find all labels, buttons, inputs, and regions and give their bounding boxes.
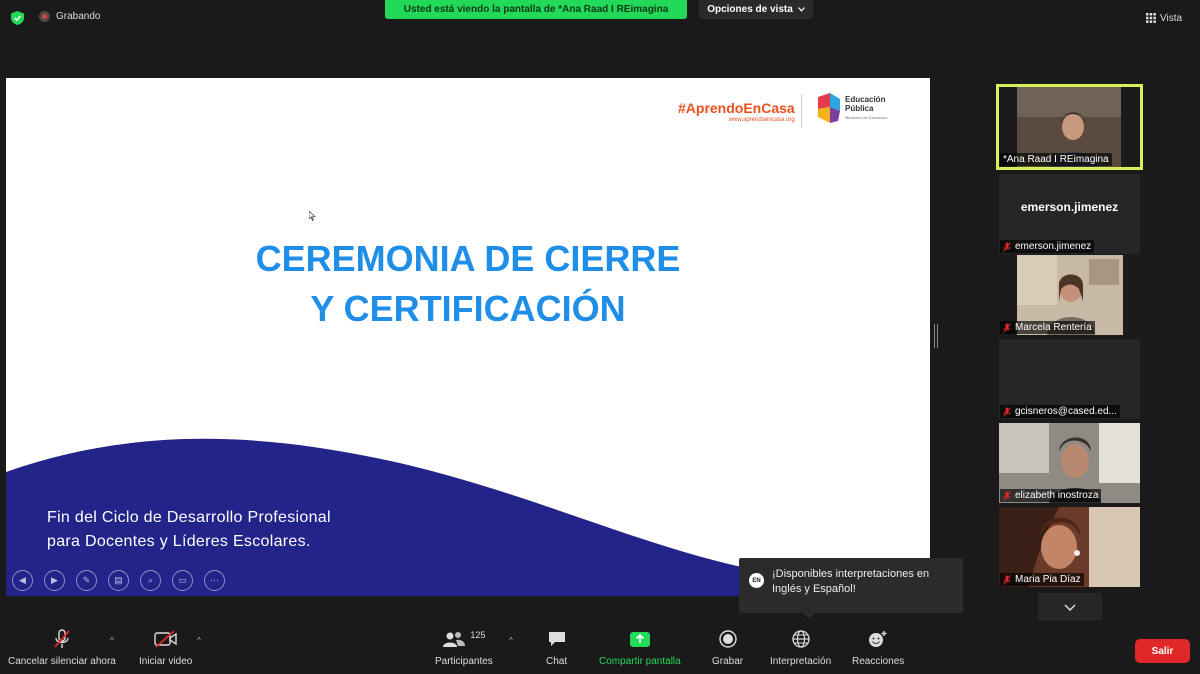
chat-button[interactable]: Chat [546,628,567,667]
interpretation-label: Interpretación [770,656,832,667]
participant-tile[interactable]: Marcela Rentería [999,255,1140,335]
reactions-button[interactable]: Reacciones [852,628,904,667]
mic-muted-icon [1003,406,1011,417]
tooltip-line1: ¡Disponibles interpretaciones en [772,568,930,580]
aprendo-logo-url: www.aprendoencasa.org [728,117,795,123]
pen-icon[interactable]: ✎ [76,570,97,591]
aprendo-en-casa-logo: #AprendoEnCasa www.aprendoencasa.org [678,100,795,123]
participant-name: gcisneros@cased.ed... [1015,406,1117,417]
mic-muted-icon [1003,490,1011,501]
previous-slide-icon[interactable]: ◀ [12,570,33,591]
record-button[interactable]: Grabar [712,628,743,667]
chat-icon [548,632,565,646]
participant-name-tag: emerson.jimenez [1000,240,1095,253]
participants-count: 125 [470,630,486,640]
mic-muted-icon [1003,322,1011,333]
share-screen-icon [629,631,650,647]
slide-subtitle-line1: Fin del Ciclo de Desarrollo Profesional [47,509,331,526]
slide-title-line2: Y CERTIFICACIÓN [310,288,626,329]
recording-label: Grabando [56,11,101,22]
view-options-button[interactable]: Opciones de vista [699,0,813,19]
participant-tile[interactable]: gcisneros@cased.ed... [999,339,1140,419]
participants-button[interactable]: 125 Participantes [435,628,493,667]
emoji-reaction-icon [869,631,887,647]
tooltip-arrow [803,613,815,619]
zoom-meeting-window: Grabando Usted está viendo la pantalla d… [0,0,1200,674]
video-options-caret-icon[interactable]: ^ [197,636,201,645]
tooltip-text: ¡Disponibles interpretaciones en Inglés … [772,567,929,604]
security-shield-icon[interactable] [11,11,24,25]
shared-screen-slide: #AprendoEnCasa www.aprendoencasa.org Edu… [6,78,930,596]
participant-name: Marcela Rentería [1015,322,1092,333]
participant-name: emerson.jimenez [1015,241,1092,252]
record-label: Grabar [712,656,744,667]
unmute-button[interactable]: Cancelar silenciar ahora [8,628,116,667]
chevron-down-icon [1064,603,1076,611]
view-button[interactable]: Vista [1146,8,1192,28]
participant-name-tag: elizabeth inostroza [1000,489,1102,502]
participants-label: Participantes [435,656,493,667]
chat-label: Chat [546,656,568,667]
view-options-label: Opciones de vista [707,4,793,15]
share-screen-label: Compartir pantalla [599,656,681,667]
leave-meeting-button[interactable]: Salir [1135,639,1190,663]
participant-tile[interactable]: elizabeth inostroza [999,423,1140,503]
slide-controls: ◀ ▶ ✎ ▤ ⌕ ▭ ⋯ [12,570,225,591]
participant-name-tag: gcisneros@cased.ed... [1000,405,1120,418]
view-label: Vista [1160,12,1183,24]
recording-indicator[interactable]: Grabando [39,11,100,22]
globe-icon [791,630,810,648]
logo-divider [801,94,802,128]
next-slide-icon[interactable]: ▶ [44,570,65,591]
recording-dot-icon [39,11,50,22]
grid-view-icon [1146,13,1156,23]
edu-logo-line2: Pública [845,103,874,113]
interpretation-tooltip: EN ¡Disponibles interpretaciones en Ingl… [739,558,963,619]
slide-title: CEREMONIA DE CIERRE Y CERTIFICACIÓN [6,234,930,334]
audio-options-caret-icon[interactable]: ^ [110,636,114,645]
share-screen-button[interactable]: Compartir pantalla [599,628,681,667]
reactions-label: Reacciones [852,656,905,667]
participant-tile[interactable]: Maria Pia Díaz [999,507,1140,587]
educacion-publica-logo: Educación Pública Ministerio de Educació… [816,93,887,123]
subtitles-icon[interactable]: ▭ [172,570,193,591]
more-options-icon[interactable]: ⋯ [204,570,225,591]
slide-title-line1: CEREMONIA DE CIERRE [255,238,681,279]
participants-icon [443,632,466,647]
slide-subtitle: Fin del Ciclo de Desarrollo Profesional … [47,506,331,554]
slides-overview-icon[interactable]: ▤ [108,570,129,591]
unmute-label: Cancelar silenciar ahora [8,656,116,667]
tooltip-line2: Inglés y Español! [772,583,856,595]
mic-muted-icon [1003,574,1011,585]
edu-logo-small: Ministerio de Educación [845,114,888,120]
slide-subtitle-line2: para Docentes y Líderes Escolares. [47,533,311,550]
start-video-button[interactable]: Iniciar video [139,628,192,667]
educacion-publica-emblem-icon [818,93,840,123]
participant-tile-active-speaker[interactable]: *Ana Raad I REimagina [996,84,1143,170]
more-participants-button[interactable] [1038,593,1102,621]
video-off-icon [153,630,177,648]
mic-muted-icon [1003,241,1011,252]
language-badge-icon: EN [749,573,764,588]
record-icon [718,630,737,648]
participant-name: elizabeth inostroza [1015,490,1099,501]
mic-off-icon [54,629,70,648]
aprendo-logo-text: #AprendoEnCasa [678,100,795,116]
participant-tile[interactable]: emerson.jimenez emerson.jimenez [999,174,1140,254]
edu-logo-line1: Educación [845,94,886,104]
chevron-down-icon [797,7,805,12]
start-video-label: Iniciar video [139,656,193,667]
participant-display-name: emerson.jimenez [1020,200,1119,214]
participant-name-tag: Marcela Rentería [1000,321,1095,334]
participants-options-caret-icon[interactable]: ^ [509,636,513,645]
screen-share-banner: Usted está viendo la pantalla de *Ana Ra… [385,0,687,19]
mouse-cursor-icon [309,211,316,221]
zoom-icon[interactable]: ⌕ [140,570,161,591]
panel-resize-handle[interactable] [934,324,938,348]
participant-name: Maria Pia Díaz [1015,574,1081,585]
participant-name: *Ana Raad I REimagina [1003,154,1109,165]
participant-name-tag: *Ana Raad I REimagina [1000,153,1112,166]
participant-name-tag: Maria Pia Díaz [1000,573,1084,586]
interpretation-button[interactable]: Interpretación [770,628,831,667]
